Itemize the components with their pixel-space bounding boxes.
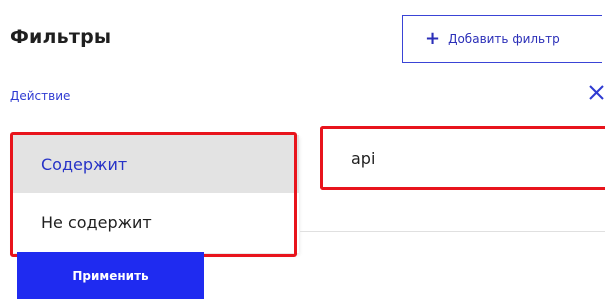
page-title: Фильтры bbox=[10, 26, 112, 48]
filter-field-label: Действие bbox=[10, 89, 71, 103]
close-icon[interactable] bbox=[588, 84, 605, 101]
plus-icon: + bbox=[425, 28, 441, 49]
highlight-box bbox=[10, 132, 297, 257]
add-filter-button[interactable]: + Добавить фильтр bbox=[402, 15, 602, 63]
add-filter-label: Добавить фильтр bbox=[448, 32, 560, 46]
filters-panel: Фильтры + Добавить фильтр Действие Содер… bbox=[0, 0, 605, 299]
divider bbox=[300, 231, 605, 232]
apply-button-label: Применить bbox=[72, 268, 149, 283]
highlight-box bbox=[320, 126, 605, 190]
apply-button[interactable]: Применить bbox=[17, 252, 204, 299]
